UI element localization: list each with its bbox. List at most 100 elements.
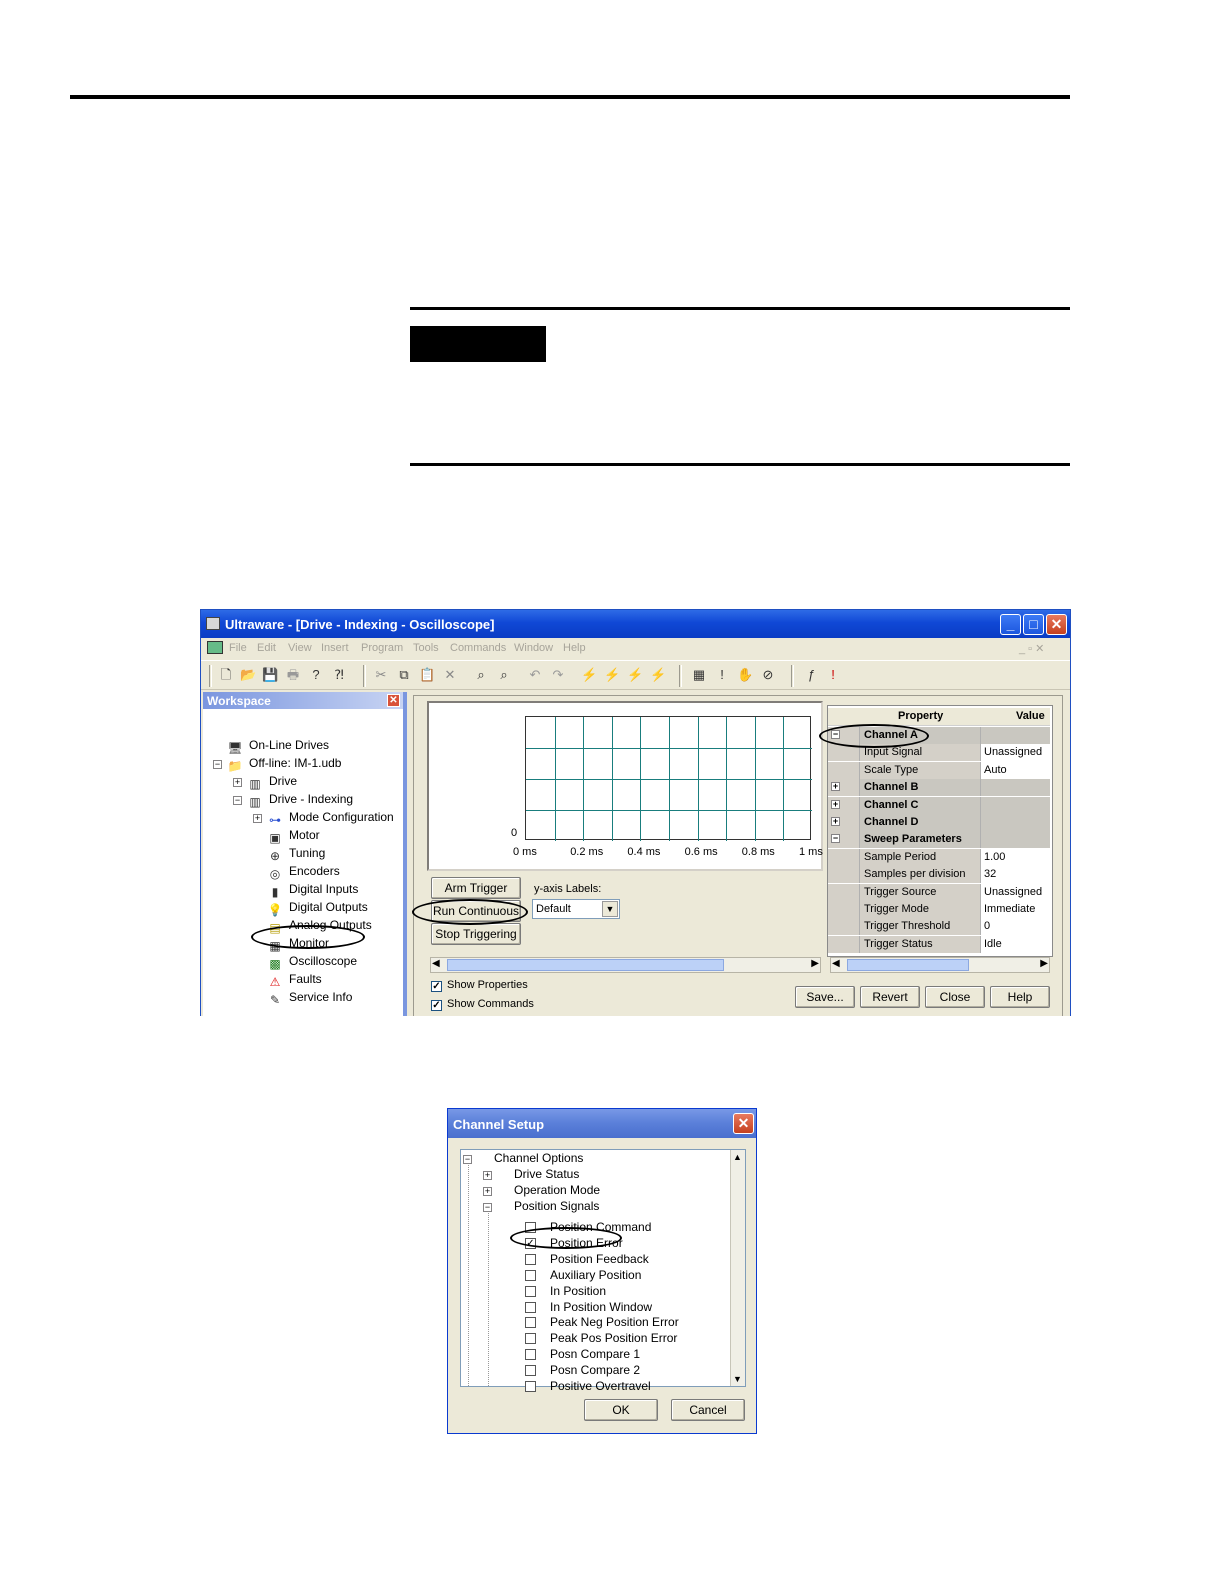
close-button[interactable]: Close	[925, 986, 985, 1008]
signal-label[interactable]: Posn Compare 2	[550, 1363, 640, 1377]
checkbox-auxiliary-position[interactable]	[525, 1269, 536, 1281]
collapse-node-icon[interactable]: −	[213, 760, 222, 769]
replace-icon[interactable]: ⌕	[496, 667, 512, 683]
expand-operation-mode-icon[interactable]: +	[483, 1187, 492, 1196]
signal-label[interactable]: Positive Overtravel	[550, 1379, 651, 1393]
new-icon[interactable]: 🗋	[218, 667, 234, 683]
dialog-title-bar[interactable]: Channel Setup ✕	[448, 1109, 756, 1138]
checkbox-peak-neg-position-error[interactable]	[525, 1317, 536, 1329]
scroll-left-icon[interactable]: ◀	[832, 958, 840, 969]
property-value[interactable]: Unassigned	[984, 746, 1042, 758]
checkbox-posn-compare-1[interactable]	[525, 1349, 536, 1361]
checkbox-in-position[interactable]	[525, 1285, 536, 1297]
stop-triggering-button[interactable]: Stop Triggering	[431, 923, 521, 945]
checkbox-peak-pos-position-error[interactable]	[525, 1333, 536, 1345]
arm-trigger-button[interactable]: Arm Trigger	[431, 877, 521, 899]
find-icon[interactable]: ⌕	[473, 667, 489, 683]
property-row-sample-period[interactable]: Sample Period 1.00	[828, 848, 1050, 866]
checkbox-position-feedback[interactable]	[525, 1253, 536, 1265]
show-properties-checkbox[interactable]: ✓	[431, 981, 442, 992]
function-icon[interactable]: ƒ	[803, 667, 819, 683]
property-row-channel-b[interactable]: + Channel B	[828, 779, 1050, 797]
property-value[interactable]: Auto	[984, 764, 1007, 776]
undo-icon[interactable]: ↶	[527, 667, 543, 683]
menu-tools[interactable]: Tools	[413, 642, 439, 654]
signal-label[interactable]: In Position	[550, 1284, 606, 1298]
signal-label[interactable]: Peak Neg Position Error	[550, 1315, 679, 1329]
signal-label[interactable]: Peak Pos Position Error	[550, 1331, 677, 1345]
tree-group-drive-status[interactable]: Drive Status	[514, 1167, 579, 1181]
workspace-node-oscilloscope[interactable]: ▩ Oscilloscope	[267, 954, 357, 971]
workspace-node-on-line-drives[interactable]: 🖥 On-Line Drives	[227, 738, 329, 755]
menu-window[interactable]: Window	[514, 642, 553, 654]
print-icon[interactable]: 🖶	[285, 667, 301, 683]
open-icon[interactable]: 📂	[240, 667, 256, 683]
properties-icon[interactable]: ▦	[691, 667, 707, 683]
close-dialog-button[interactable]: ✕	[733, 1113, 754, 1134]
workspace-node-encoders[interactable]: ◎ Encoders	[267, 864, 340, 881]
property-row-trigger-status[interactable]: Trigger Status Idle	[828, 935, 1050, 953]
workspace-node-service-info[interactable]: ✎ Service Info	[267, 990, 352, 1007]
cancel-button[interactable]: Cancel	[671, 1399, 745, 1421]
property-row-samples-per-division[interactable]: Samples per division 32	[828, 866, 1050, 884]
tree-group-position-signals[interactable]: Position Signals	[514, 1199, 599, 1213]
stop-hand-icon[interactable]: ✋	[737, 667, 753, 683]
collapse-position-signals-icon[interactable]: −	[483, 1203, 492, 1212]
disable-icon[interactable]: ⊘	[760, 667, 776, 683]
property-value[interactable]: Unassigned	[984, 886, 1042, 898]
tree-group-operation-mode[interactable]: Operation Mode	[514, 1183, 600, 1197]
checkbox-posn-compare-2[interactable]	[525, 1365, 536, 1377]
maximize-button[interactable]: □	[1023, 614, 1044, 635]
workspace-node-drive[interactable]: ▥ Drive	[247, 774, 297, 791]
help-icon[interactable]: ?	[308, 667, 324, 683]
tree-root-channel-options[interactable]: Channel Options	[494, 1151, 583, 1165]
minimize-button[interactable]: _	[1000, 614, 1021, 635]
paste-icon[interactable]: 📋	[419, 667, 435, 683]
chevron-down-icon[interactable]: ▼	[602, 901, 618, 917]
scroll-thumb[interactable]	[732, 1166, 744, 1356]
save-button[interactable]: Save...	[795, 986, 855, 1008]
fault-reset-icon[interactable]: !	[825, 667, 841, 683]
scroll-up-icon[interactable]: ▲	[733, 1152, 742, 1162]
help-button[interactable]: Help	[990, 986, 1050, 1008]
revert-button[interactable]: Revert	[860, 986, 920, 1008]
scroll-thumb[interactable]	[847, 959, 969, 971]
ok-button[interactable]: OK	[584, 1399, 658, 1421]
expand-drive-status-icon[interactable]: +	[483, 1171, 492, 1180]
signal-label[interactable]: Posn Compare 1	[550, 1347, 640, 1361]
menu-insert[interactable]: Insert	[321, 642, 349, 654]
upload-icon[interactable]: ⚡	[604, 667, 620, 683]
collapse-node-icon[interactable]: −	[233, 796, 242, 805]
menu-edit[interactable]: Edit	[257, 642, 276, 654]
signal-label[interactable]: In Position Window	[550, 1300, 652, 1314]
close-window-button[interactable]: ✕	[1046, 614, 1067, 635]
property-value[interactable]: 32	[984, 868, 996, 880]
property-value[interactable]: Idle	[984, 938, 1002, 950]
copy-icon[interactable]: ⧉	[396, 667, 412, 683]
workspace-node-tuning[interactable]: ⊕ Tuning	[267, 846, 325, 863]
mdi-controls[interactable]: _ ▫ ✕	[1019, 642, 1044, 655]
menu-file[interactable]: File	[229, 642, 247, 654]
delete-icon[interactable]: ✕	[442, 667, 458, 683]
show-commands-checkbox[interactable]: ✓	[431, 1000, 442, 1011]
context-help-icon[interactable]: ⁈	[331, 667, 347, 683]
expand-node-icon[interactable]: +	[233, 778, 242, 787]
expand-category-icon[interactable]: +	[831, 782, 840, 792]
save-icon[interactable]: 💾	[262, 667, 278, 683]
cut-icon[interactable]: ✂	[373, 667, 389, 683]
property-value[interactable]: Immediate	[984, 903, 1035, 915]
scope-horizontal-scrollbar[interactable]: ◀ ▶	[430, 957, 821, 973]
property-horizontal-scrollbar[interactable]: ◀ ▶	[830, 957, 1050, 973]
workspace-node-digital-inputs[interactable]: ▮ Digital Inputs	[267, 882, 359, 899]
menu-program[interactable]: Program	[361, 642, 403, 654]
scroll-right-icon[interactable]: ▶	[811, 958, 819, 969]
workspace-node-drive-indexing[interactable]: ▥ Drive - Indexing	[247, 792, 353, 809]
property-row-channel-d[interactable]: + Channel D	[828, 814, 1050, 831]
property-column-header[interactable]: Property	[898, 710, 943, 722]
signal-label[interactable]: Position Feedback	[550, 1252, 649, 1266]
checkbox-positive-overtravel[interactable]	[525, 1381, 536, 1392]
property-row-sweep-parameters[interactable]: − Sweep Parameters	[828, 831, 1050, 849]
scroll-down-icon[interactable]: ▼	[733, 1374, 742, 1384]
property-row-trigger-source[interactable]: Trigger Source Unassigned	[828, 883, 1050, 901]
close-workspace-icon[interactable]: ✕	[387, 694, 400, 707]
